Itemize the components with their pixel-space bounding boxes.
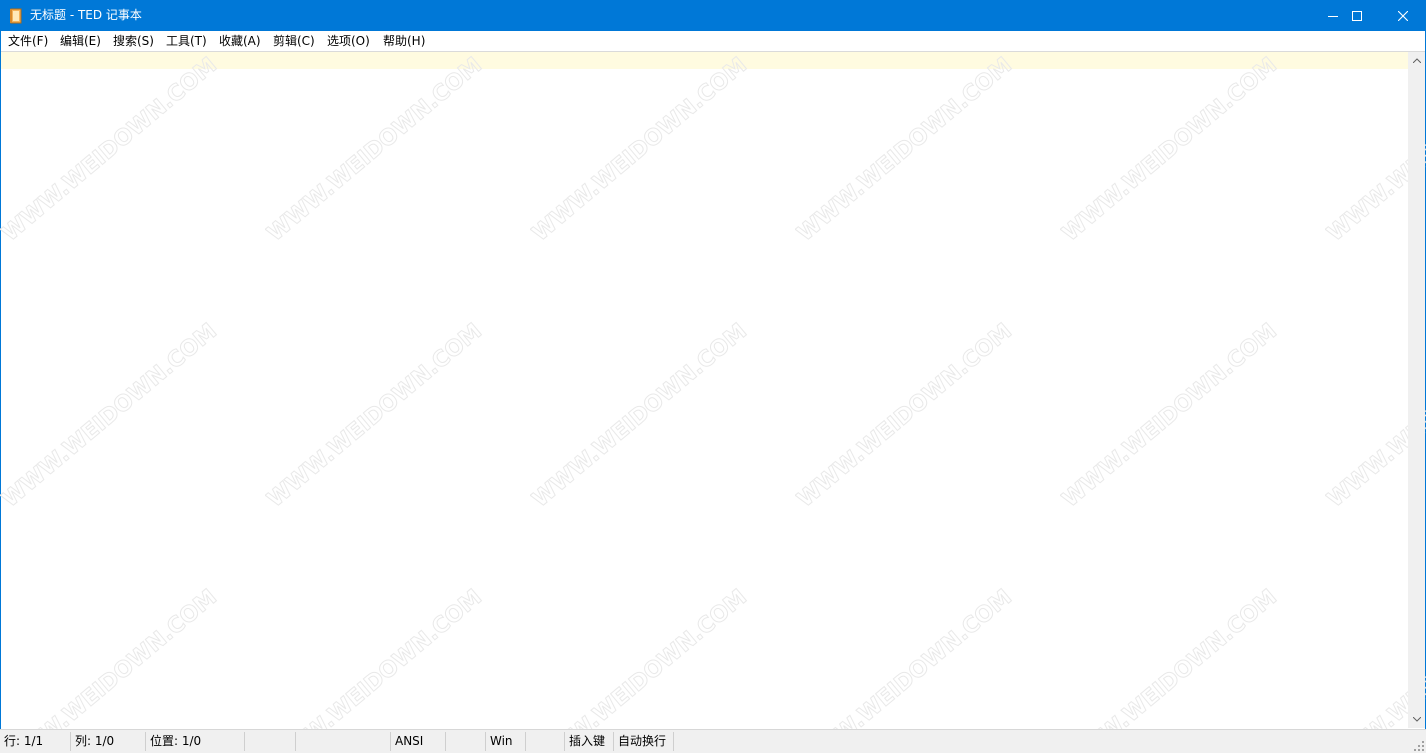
maximize-button[interactable] (1334, 0, 1380, 31)
menu-edit[interactable]: 编辑(E) (60, 33, 101, 49)
status-blank-4 (526, 732, 565, 751)
notepad-app-icon (10, 8, 22, 24)
status-position: 位置: 1/0 (146, 732, 245, 751)
chevron-down-icon (1412, 717, 1421, 722)
menu-tools[interactable]: 工具(T) (166, 33, 207, 49)
maximize-icon (1352, 10, 1362, 21)
status-bar: 行: 1/1 列: 1/0 位置: 1/0 ANSI Win 插入键 自动换行 (0, 729, 1426, 753)
scroll-up-button[interactable] (1408, 52, 1425, 69)
vertical-scrollbar[interactable] (1408, 52, 1425, 728)
menu-bar: 文件(F) 编辑(E) 搜索(S) 工具(T) 收藏(A) 剪辑(C) 选项(O… (0, 31, 1426, 52)
title-bar[interactable]: 无标题 - TED 记事本 (0, 0, 1426, 31)
chevron-up-icon (1412, 58, 1421, 63)
status-blank-2 (296, 732, 391, 751)
text-editor[interactable] (1, 52, 1408, 728)
scroll-down-button[interactable] (1408, 711, 1425, 728)
menu-favorites[interactable]: 收藏(A) (219, 33, 261, 49)
menu-options[interactable]: 选项(O) (327, 33, 370, 49)
current-line-highlight (1, 52, 1408, 69)
status-line: 行: 1/1 (0, 732, 71, 751)
close-icon (1398, 10, 1408, 21)
status-column: 列: 1/0 (71, 732, 146, 751)
close-button[interactable] (1380, 0, 1426, 31)
window-title: 无标题 - TED 记事本 (30, 8, 142, 22)
status-blank-3 (446, 732, 486, 751)
resize-grip-icon[interactable] (1414, 741, 1424, 751)
menu-search[interactable]: 搜索(S) (113, 33, 154, 49)
menu-help[interactable]: 帮助(H) (383, 33, 425, 49)
status-insert-mode: 插入键 (565, 732, 614, 751)
status-blank-1 (245, 732, 296, 751)
status-encoding: ANSI (391, 732, 446, 751)
menu-file[interactable]: 文件(F) (8, 33, 48, 49)
menu-clip[interactable]: 剪辑(C) (273, 33, 315, 49)
status-line-ending: Win (486, 732, 526, 751)
status-word-wrap: 自动换行 (614, 732, 674, 751)
